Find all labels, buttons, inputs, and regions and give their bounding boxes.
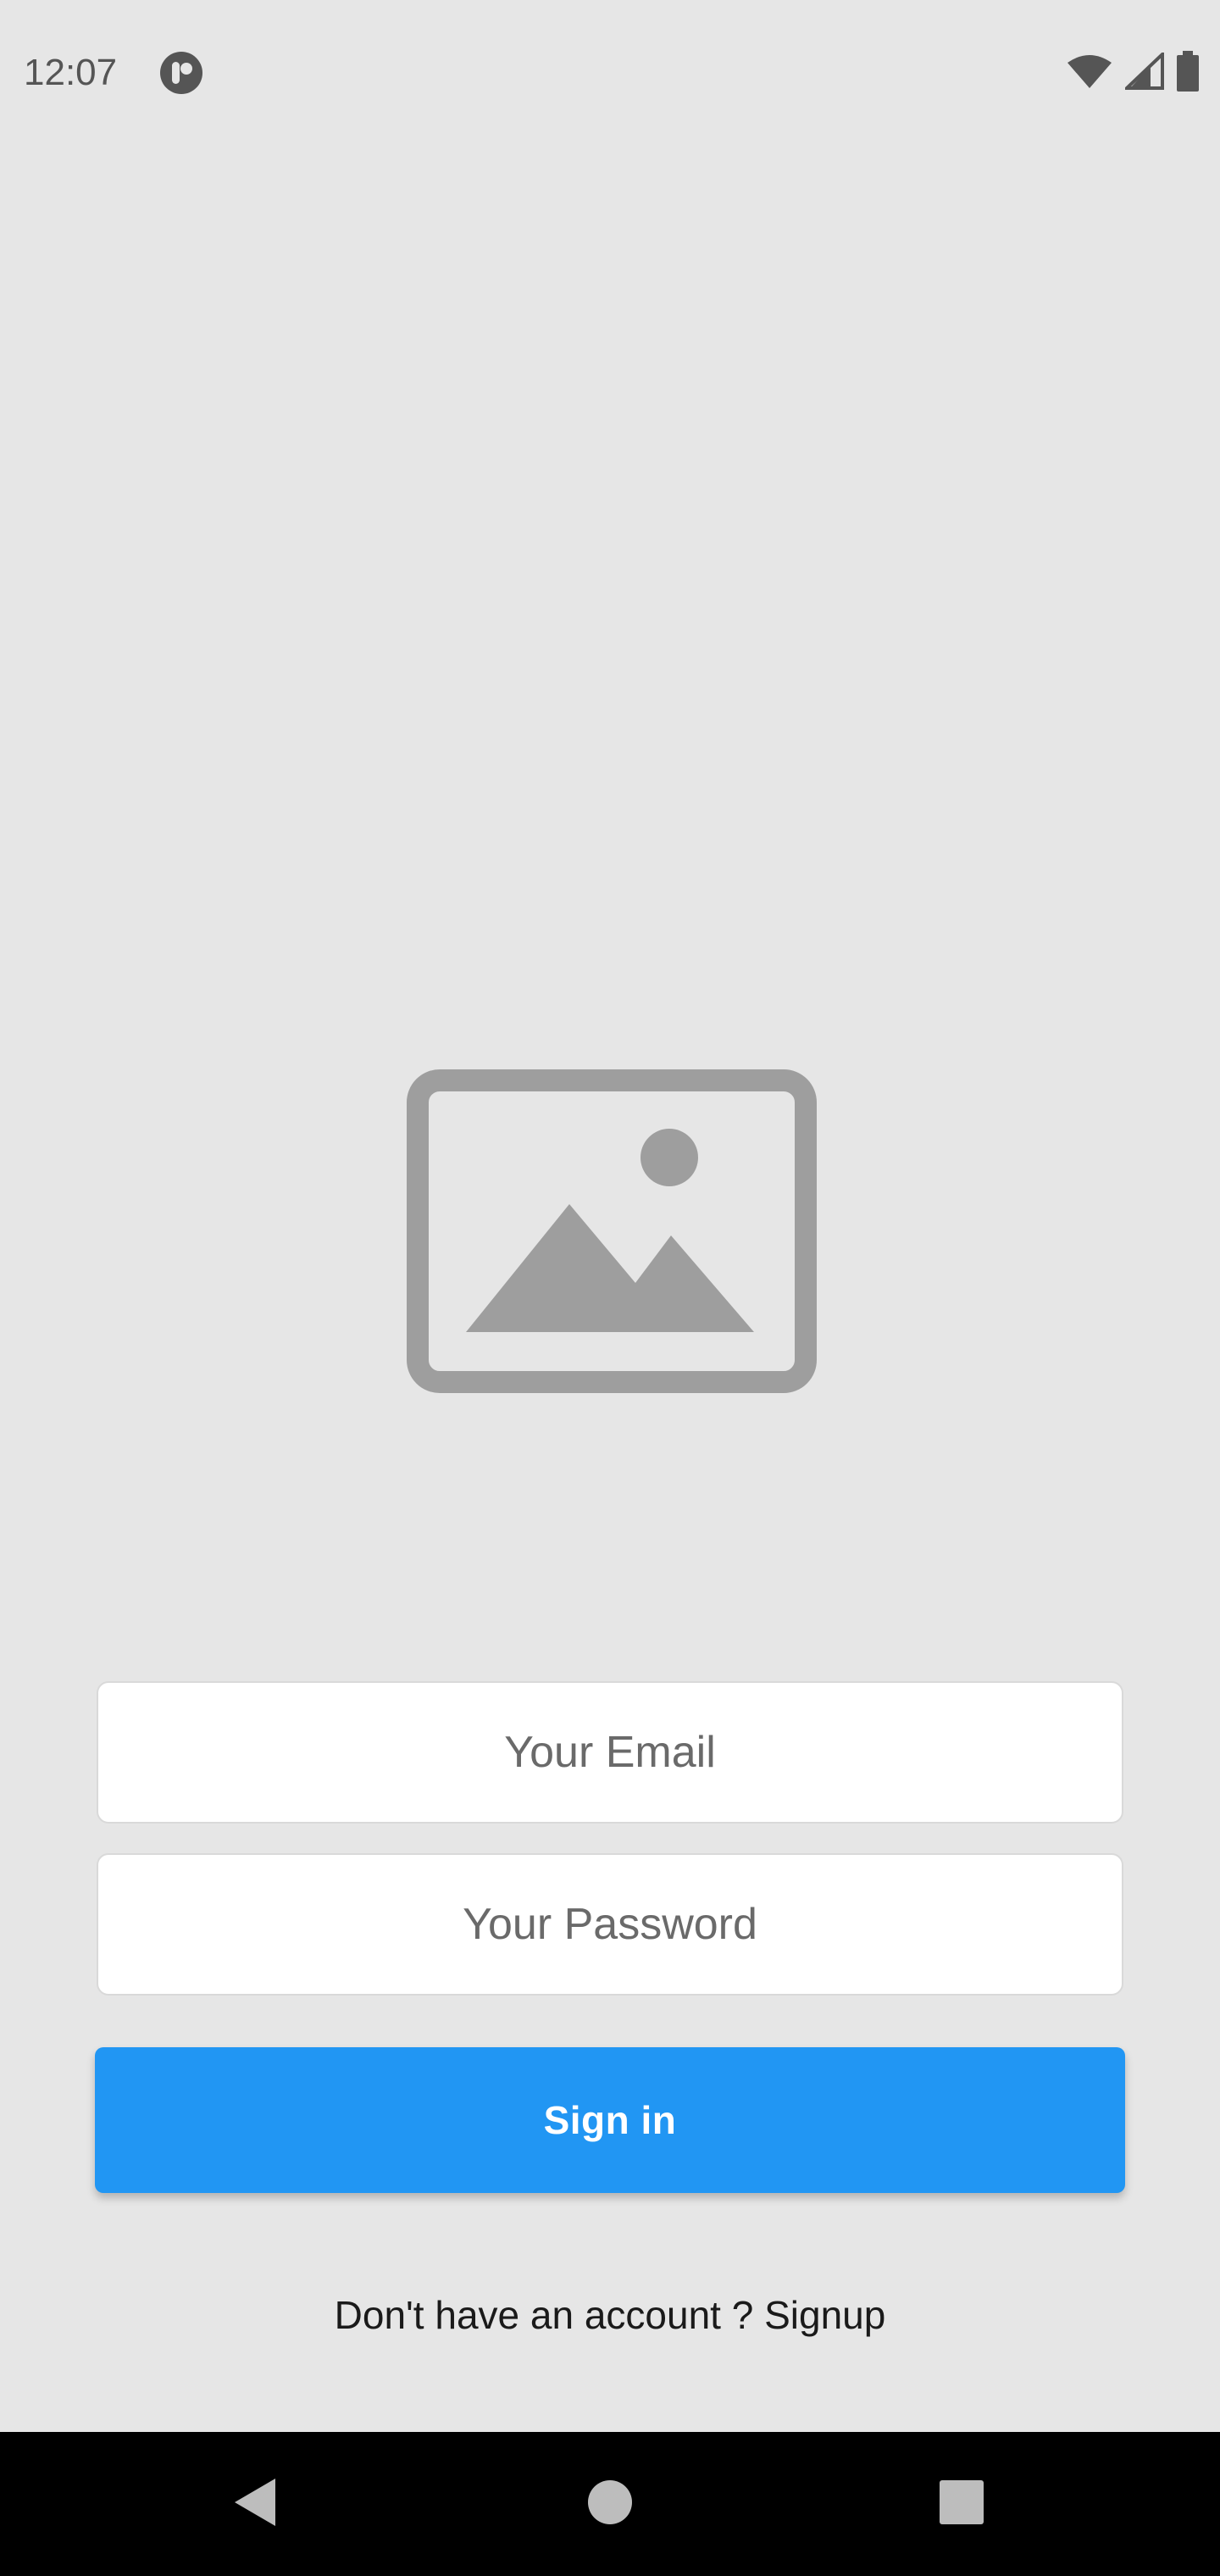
status-bar: 12:07 <box>0 0 1220 144</box>
status-icons <box>1066 49 1200 96</box>
home-button[interactable] <box>538 2432 682 2576</box>
password-field[interactable] <box>98 1855 1122 1994</box>
battery-icon <box>1176 50 1200 96</box>
home-icon <box>587 2479 633 2529</box>
recents-icon <box>939 2479 984 2529</box>
email-field[interactable] <box>98 1683 1122 1822</box>
recents-button[interactable] <box>890 2432 1034 2576</box>
signup-link[interactable]: Don't have an account ? Signup <box>0 2288 1220 2342</box>
sign-in-button[interactable]: Sign in <box>95 2047 1125 2193</box>
password-field-container <box>97 1853 1123 1996</box>
back-button[interactable] <box>183 2432 327 2576</box>
app-notification-icon <box>159 51 203 95</box>
email-field-container <box>97 1681 1123 1824</box>
cellular-signal-icon <box>1123 49 1164 94</box>
back-icon <box>233 2477 277 2532</box>
wifi-icon <box>1066 53 1113 94</box>
status-time: 12:07 <box>24 52 118 93</box>
navigation-bar <box>0 2432 1220 2576</box>
image-placeholder-icon <box>407 1069 817 1393</box>
